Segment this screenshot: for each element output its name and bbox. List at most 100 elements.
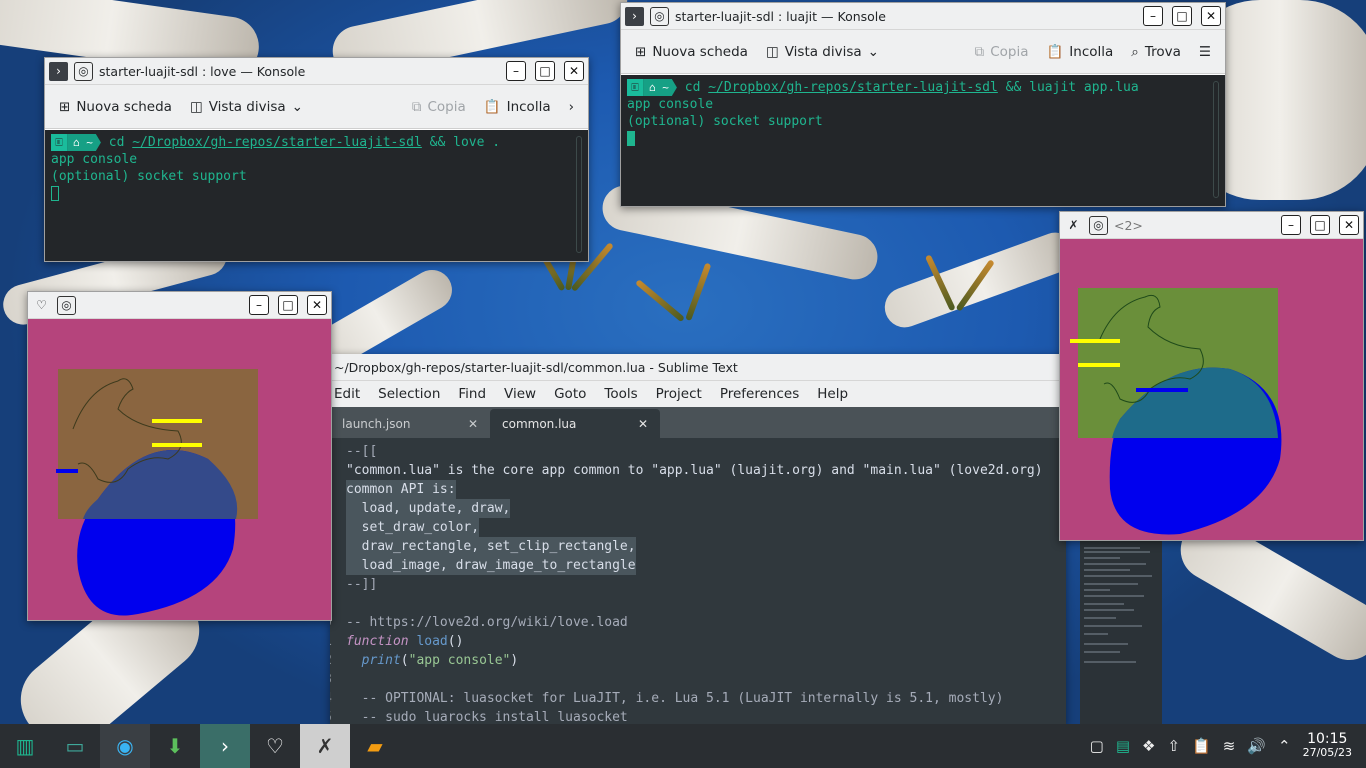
terminal-area[interactable]: 🗉 ⌂ ~ cd ~/Dropbox/gh-repos/starter-luaji…	[45, 130, 588, 261]
love-task-icon[interactable]: ♡	[250, 724, 300, 768]
prompt: 🗉 ⌂ ~	[627, 79, 677, 96]
editor-body[interactable]: --[[ "common.lua" is the core app common…	[330, 438, 1066, 726]
terminal-area[interactable]: 🗉 ⌂ ~ cd ~/Dropbox/gh-repos/starter-luaji…	[621, 75, 1225, 206]
code-line: load, update, draw,	[346, 499, 511, 518]
x-app-icon: ✗	[1068, 218, 1079, 232]
konsole-love-window: › ◎ starter-luajit-sdl : love — Konsole …	[44, 57, 589, 262]
sublime-task-icon[interactable]: ▰	[350, 724, 400, 768]
game-canvas[interactable]	[28, 319, 331, 620]
window-title: starter-luajit-sdl : luajit — Konsole	[675, 8, 886, 24]
menu-edit[interactable]: Edit	[334, 386, 360, 402]
heart-icon: ♡	[36, 298, 47, 312]
code-line: 12 print("app console")	[330, 653, 519, 668]
close-icon[interactable]: ✕	[638, 417, 648, 431]
maximize-button[interactable]: □	[535, 61, 555, 81]
window-title: <2>	[1114, 217, 1143, 233]
konsole-toolbar: ⊞ Nuova scheda ◫ Vista divisa ⌄ ⧉ Copia 📋 Inc…	[621, 30, 1225, 74]
tab-label: common.lua	[502, 417, 577, 431]
code-line: load_image, draw_image_to_rectangle	[346, 556, 636, 575]
konsole-titlebar[interactable]: › ◎ starter-luajit-sdl : love — Konsole …	[45, 58, 588, 85]
chevron-up-icon[interactable]: ⌃	[1278, 737, 1291, 755]
clipboard-icon[interactable]: 📋	[1192, 737, 1211, 755]
clock[interactable]: 10:15 27/05/23	[1303, 732, 1352, 760]
maximize-button[interactable]: □	[1310, 215, 1330, 235]
copy-icon: ⧉	[974, 43, 985, 60]
pin-icon[interactable]: ◎	[74, 61, 93, 81]
yellow-bar-1	[152, 419, 202, 423]
konsole-luajit-window: › ◎ starter-luajit-sdl : luajit — Konsol…	[620, 2, 1226, 207]
split-view-button[interactable]: ◫ Vista divisa ⌄	[766, 44, 879, 60]
pin-icon[interactable]: ◎	[1089, 215, 1108, 235]
scrollbar[interactable]	[1213, 81, 1219, 198]
terminal-icon: ›	[625, 6, 644, 26]
window-title: starter-luajit-sdl : love — Konsole	[99, 63, 306, 79]
command-line: 🗉 ⌂ ~ cd ~/Dropbox/gh-repos/starter-luaji…	[51, 134, 582, 151]
menu-selection[interactable]: Selection	[378, 386, 440, 402]
sublime-window: ~/Dropbox/gh-repos/starter-luajit-sdl/co…	[330, 354, 1066, 726]
paste-button[interactable]: 📋 Incolla	[1046, 44, 1113, 60]
minimize-button[interactable]: –	[249, 295, 269, 315]
sublime-tabbar: launch.json ✕ common.lua ✕	[330, 407, 1066, 439]
menu-tools[interactable]: Tools	[604, 386, 637, 402]
minimize-button[interactable]: –	[1281, 215, 1301, 235]
copy-button[interactable]: ⧉ Copia	[975, 44, 1029, 60]
close-button[interactable]: ✕	[564, 61, 584, 81]
copy-button[interactable]: ⧉ Copia	[412, 99, 466, 115]
close-button[interactable]: ✕	[1201, 6, 1221, 26]
scrollbar[interactable]	[576, 136, 582, 253]
chevron-down-icon: ⌄	[867, 43, 879, 60]
dropbox-icon[interactable]: ❖	[1142, 737, 1155, 755]
volume-icon[interactable]: 🔊	[1247, 737, 1266, 755]
code-line: 11function load()	[330, 634, 464, 649]
paste-button[interactable]: 📋 Incolla	[484, 99, 551, 115]
game-titlebar[interactable]: ✗ ◎ <2> – □ ✕	[1060, 212, 1363, 239]
minimize-button[interactable]: –	[1143, 6, 1163, 26]
menu-goto[interactable]: Goto	[554, 386, 586, 402]
wifi-icon[interactable]: ≋	[1223, 737, 1236, 755]
more-chevron-icon[interactable]: ›	[569, 99, 574, 115]
yellow-bar-1	[1070, 339, 1120, 343]
game-scene	[1070, 288, 1282, 535]
find-button[interactable]: ⌕ Trova	[1131, 44, 1181, 60]
maximize-button[interactable]: □	[278, 295, 298, 315]
tab-launch-json[interactable]: launch.json ✕	[330, 409, 490, 439]
konsole-task-icon[interactable]: ›	[200, 724, 250, 768]
close-button[interactable]: ✕	[307, 295, 327, 315]
edge-browser-icon[interactable]: ◉	[100, 724, 150, 768]
x-app-task-icon[interactable]: ✗	[300, 724, 350, 768]
file-manager-icon[interactable]: ▭	[50, 724, 100, 768]
updates-icon[interactable]: ⇧	[1167, 737, 1180, 755]
yellow-bar-2	[152, 443, 202, 447]
taskbar: ▥ ▭ ◉ ⬇ › ♡ ✗ ▰ ▢ ▤ ❖ ⇧ 📋 ≋ 🔊 ⌃ 10:15 27…	[0, 724, 1366, 768]
pin-icon[interactable]: ◎	[650, 6, 669, 26]
sublime-titlebar[interactable]: ~/Dropbox/gh-repos/starter-luajit-sdl/co…	[330, 354, 1066, 381]
new-tab-button[interactable]: ⊞ Nuova scheda	[635, 44, 748, 60]
app-launcher-icon[interactable]: ▥	[0, 724, 50, 768]
show-desktop-icon[interactable]: ▢	[1090, 737, 1104, 755]
konsole-titlebar[interactable]: › ◎ starter-luajit-sdl : luajit — Konsol…	[621, 3, 1225, 30]
new-tab-button[interactable]: ⊞ Nuova scheda	[59, 99, 172, 115]
menu-find[interactable]: Find	[458, 386, 486, 402]
blue-bar	[56, 469, 78, 473]
sublime-menubar: Edit Selection Find View Goto Tools Proj…	[330, 381, 1066, 407]
hamburger-menu-icon[interactable]: ☰	[1199, 44, 1211, 60]
tab-common-lua[interactable]: common.lua ✕	[490, 409, 660, 439]
output-line: app console	[627, 97, 714, 112]
maximize-button[interactable]: □	[1172, 6, 1192, 26]
split-view-icon: ◫	[765, 43, 779, 60]
sublime-minimap[interactable]	[1080, 540, 1162, 726]
menu-preferences[interactable]: Preferences	[720, 386, 799, 402]
menu-view[interactable]: View	[504, 386, 536, 402]
game-titlebar[interactable]: ♡ ◎ – □ ✕	[28, 292, 331, 319]
pin-icon[interactable]: ◎	[57, 295, 76, 315]
split-view-button[interactable]: ◫ Vista divisa ⌄	[190, 99, 303, 115]
menu-project[interactable]: Project	[656, 386, 702, 402]
close-icon[interactable]: ✕	[468, 417, 478, 431]
minimize-button[interactable]: –	[506, 61, 526, 81]
close-button[interactable]: ✕	[1339, 215, 1359, 235]
terminal-tray-icon[interactable]: ▤	[1116, 737, 1130, 755]
download-manager-icon[interactable]: ⬇	[150, 724, 200, 768]
clock-time: 10:15	[1307, 731, 1348, 747]
menu-help[interactable]: Help	[817, 386, 848, 402]
game-canvas[interactable]	[1060, 239, 1363, 540]
